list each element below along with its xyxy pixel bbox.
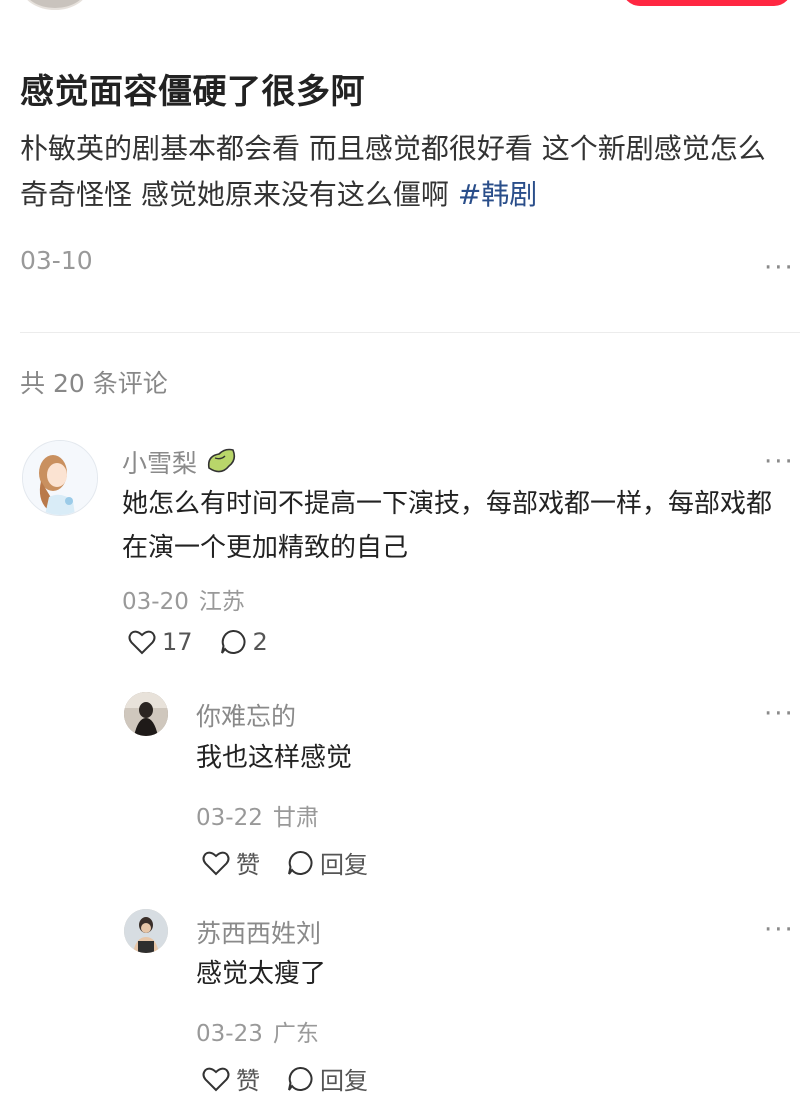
post-more-button[interactable]: ··· — [764, 255, 795, 281]
reply-count: 2 — [252, 628, 268, 656]
comment-date: 03-20 — [122, 589, 189, 615]
heart-icon — [202, 851, 230, 875]
comment-actions: 17 2 — [128, 628, 268, 656]
reply-label: 回复 — [320, 1067, 368, 1095]
reply-actions: 赞 回复 — [202, 1061, 368, 1096]
comment-bubble-icon — [288, 1066, 313, 1091]
comment-text: 她怎么有时间不提高一下演技，每部戏都一样，每部戏都在演一个更加精致的自己 — [122, 489, 773, 563]
comment-count: 共 20 条评论 — [20, 369, 168, 398]
reply-actions: 赞 回复 — [202, 845, 368, 880]
reply-meta: 03-22 甘肃 — [196, 798, 319, 832]
reply-meta: 03-23 广东 — [196, 1014, 319, 1048]
comment-more-button[interactable]: ··· — [764, 449, 795, 475]
reply-location: 甘肃 — [272, 805, 319, 831]
like-button[interactable]: 赞 — [202, 845, 260, 880]
reply-more-button[interactable]: ··· — [764, 701, 795, 727]
pear-icon — [203, 446, 239, 482]
reply-button[interactable]: 2 — [219, 628, 268, 656]
reply-text: 我也这样感觉 — [196, 743, 353, 773]
post-body-text: 朴敏英的剧基本都会看 而且感觉都很好看 这个新剧感觉怎么奇奇怪怪 感觉她原来没有… — [20, 132, 766, 211]
like-label: 赞 — [236, 1067, 260, 1095]
commenter-avatar[interactable] — [22, 440, 98, 516]
reply-label: 回复 — [320, 851, 368, 879]
heart-icon — [202, 1067, 230, 1091]
reply-date: 03-23 — [196, 1021, 263, 1047]
reply-location: 广东 — [272, 1021, 319, 1047]
replier-name[interactable]: 苏西西姓刘 — [196, 914, 321, 950]
avatar-photo-icon — [124, 692, 168, 736]
replier-avatar[interactable] — [124, 909, 168, 953]
avatar-photo-icon — [124, 909, 168, 953]
commenter-name[interactable]: 小雪梨 — [122, 444, 239, 482]
author-avatar[interactable] — [22, 0, 88, 10]
reply-date: 03-22 — [196, 805, 263, 831]
like-button[interactable]: 赞 — [202, 1061, 260, 1096]
replier-name[interactable]: 你难忘的 — [196, 697, 296, 733]
post-date: 03-10 — [20, 246, 93, 275]
reply-button[interactable]: 回复 — [286, 1061, 368, 1096]
post-title: 感觉面容僵硬了很多阿 — [20, 72, 365, 112]
reply-more-button[interactable]: ··· — [764, 917, 795, 943]
replier-avatar[interactable] — [124, 692, 168, 736]
hashtag-link[interactable]: #韩剧 — [458, 178, 537, 211]
comment-meta: 03-20 江苏 — [122, 582, 245, 616]
follow-button[interactable] — [622, 0, 792, 6]
like-button[interactable]: 17 — [128, 628, 193, 656]
comment-bubble-icon — [288, 850, 313, 875]
commenter-name-text: 小雪梨 — [122, 449, 198, 478]
like-label: 赞 — [236, 851, 260, 879]
heart-icon — [128, 630, 156, 655]
comment-bubble-icon — [220, 629, 246, 654]
reply-text: 感觉太瘦了 — [196, 959, 327, 989]
comment-location: 江苏 — [198, 589, 245, 615]
post-body: 朴敏英的剧基本都会看 而且感觉都很好看 这个新剧感觉怎么奇奇怪怪 感觉她原来没有… — [20, 126, 782, 218]
avatar-illustration-icon — [23, 441, 97, 515]
divider — [20, 332, 800, 333]
like-count: 17 — [162, 628, 193, 656]
reply-button[interactable]: 回复 — [286, 845, 368, 880]
